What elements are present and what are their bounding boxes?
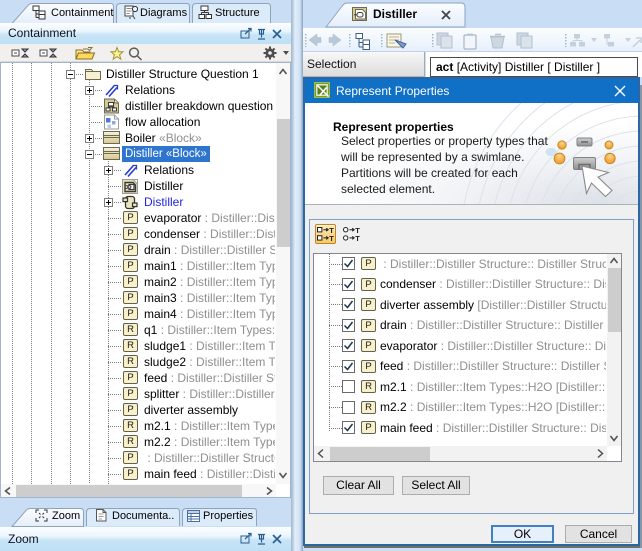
svg-text:T: T xyxy=(329,234,334,242)
svg-text:T: T xyxy=(355,234,360,242)
